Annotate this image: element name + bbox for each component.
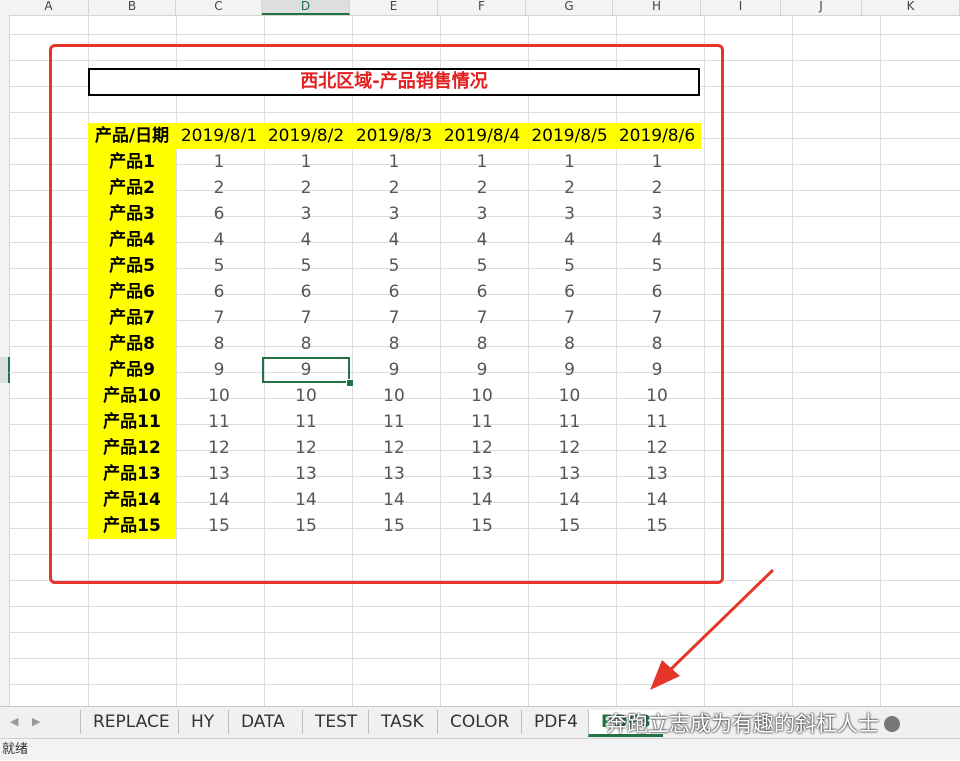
sheet-tab-color[interactable]: COLOR — [437, 710, 521, 734]
status-bar: 就绪 — [0, 738, 960, 760]
annotation-arrow — [650, 568, 775, 690]
sheet-tab-data[interactable]: DATA — [228, 710, 297, 734]
watermark: 奔跑立志成为有趣的斜杠人士 — [606, 712, 879, 736]
sheet-tab-test[interactable]: TEST — [302, 710, 369, 734]
status-text: 就绪 — [2, 742, 29, 757]
sheet-tab-replace[interactable]: REPLACE — [80, 710, 182, 734]
scroll-left-icon[interactable]: ◀ — [10, 715, 18, 728]
scroll-right-icon[interactable]: ▶ — [32, 715, 40, 728]
sheet-tab-hy[interactable]: HY — [178, 710, 226, 734]
wechat-icon — [884, 716, 900, 732]
sheet-tab-pdf4[interactable]: PDF4 — [521, 710, 590, 734]
sheet-tab-task[interactable]: TASK — [368, 710, 436, 734]
